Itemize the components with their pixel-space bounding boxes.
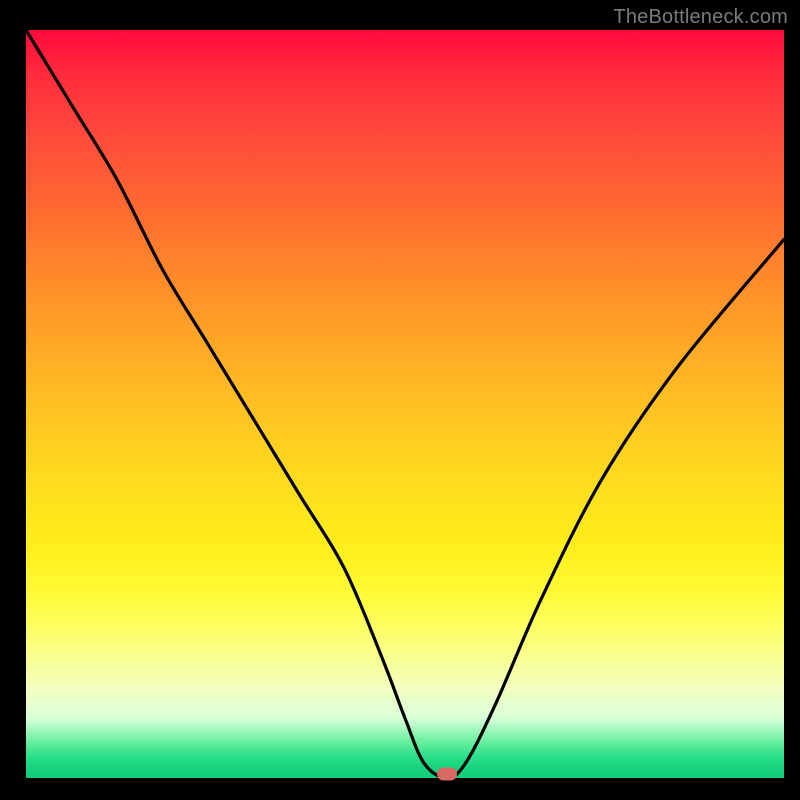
optimal-point-marker [437,768,457,781]
bottleneck-curve [26,30,784,778]
watermark-text: TheBottleneck.com [613,6,788,29]
chart-plot-area [26,30,784,778]
